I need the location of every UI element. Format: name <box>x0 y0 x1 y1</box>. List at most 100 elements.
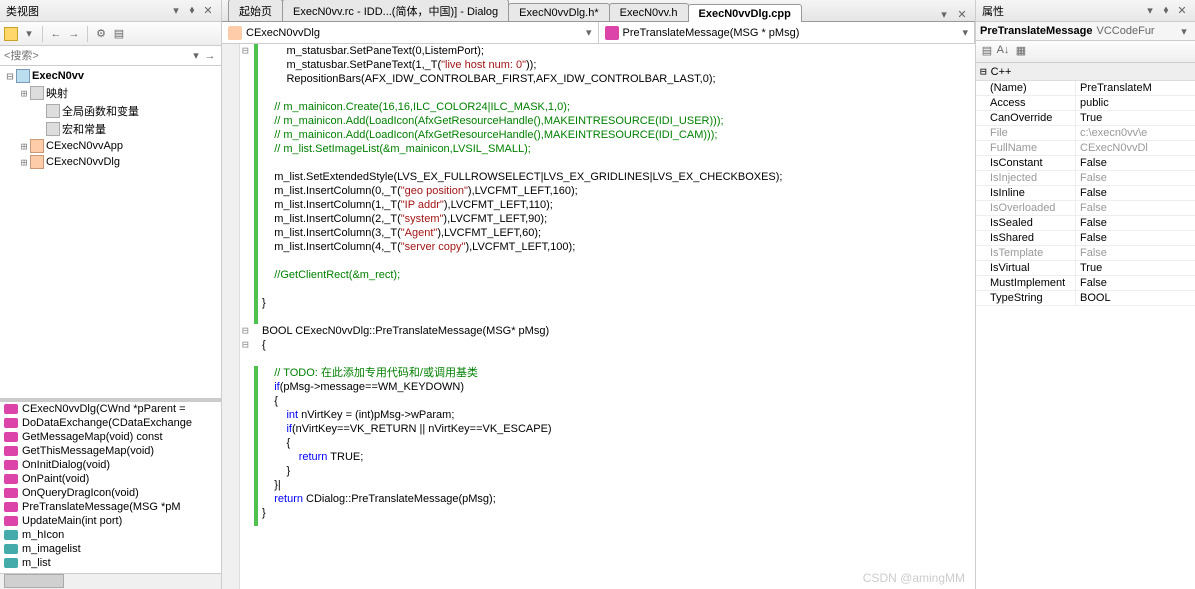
tab-close-icon[interactable]: ✕ <box>955 7 969 21</box>
close-icon[interactable]: ✕ <box>201 4 215 18</box>
new-folder-icon[interactable] <box>4 27 18 41</box>
member-item[interactable]: UpdateMain(int port) <box>0 514 221 528</box>
dropdown-icon[interactable]: ▾ <box>169 4 183 18</box>
property-value[interactable]: False <box>1076 231 1195 245</box>
search-dropdown-icon[interactable]: ▾ <box>189 49 203 63</box>
property-value[interactable]: PreTranslateM <box>1076 81 1195 95</box>
member-item[interactable]: OnQueryDragIcon(void) <box>0 486 221 500</box>
document-tab[interactable]: ExecN0vv.rc - IDD...(简体，中国)] - Dialog <box>282 0 509 21</box>
property-row[interactable]: FullNameCExecN0vvDl <box>976 141 1195 156</box>
tree-item[interactable]: ⊞映射 <box>0 84 221 102</box>
horizontal-scrollbar[interactable] <box>0 573 221 589</box>
property-row[interactable]: IsTemplateFalse <box>976 246 1195 261</box>
property-row[interactable]: TypeStringBOOL <box>976 291 1195 306</box>
member-item[interactable]: GetThisMessageMap(void) <box>0 444 221 458</box>
property-row[interactable]: IsConstantFalse <box>976 156 1195 171</box>
class-tree[interactable]: ⊟ExecN0vv⊞映射 全局函数和变量 宏和常量⊞CExecN0vvApp⊞C… <box>0 66 221 398</box>
expand-icon[interactable]: ⊟ <box>4 70 16 83</box>
chevron-down-icon[interactable]: ▾ <box>22 27 36 41</box>
expand-icon[interactable] <box>34 123 46 136</box>
dropdown-icon[interactable]: ▾ <box>1143 4 1157 18</box>
property-row[interactable]: IsOverloadedFalse <box>976 201 1195 216</box>
expand-icon[interactable]: ⊞ <box>18 156 30 169</box>
change-marker <box>254 366 258 526</box>
fold-icon[interactable]: ⊟ <box>242 44 249 57</box>
forward-icon[interactable]: → <box>67 27 81 41</box>
fold-icon[interactable]: ⊟ <box>242 324 249 337</box>
property-value[interactable]: CExecN0vvDl <box>1076 141 1195 155</box>
expand-icon[interactable]: ⊞ <box>18 87 30 100</box>
tree-item[interactable]: 宏和常量 <box>0 120 221 138</box>
code-editor[interactable]: ⊟⊟⊟ m_statusbar.SetPaneText(0,ListemPort… <box>222 44 975 589</box>
search-go-icon[interactable]: → <box>203 49 217 63</box>
property-pages-icon[interactable]: ▦ <box>1014 43 1028 57</box>
scrollbar-thumb[interactable] <box>4 574 64 588</box>
property-category[interactable]: ⊟ C++ <box>976 63 1195 81</box>
alphabetical-icon[interactable]: A↓ <box>996 43 1010 57</box>
close-icon[interactable]: ✕ <box>1175 4 1189 18</box>
chevron-down-icon[interactable]: ▾ <box>962 26 968 39</box>
property-value[interactable]: BOOL <box>1076 291 1195 305</box>
property-row[interactable]: Filec:\execn0vv\e <box>976 126 1195 141</box>
member-item[interactable]: GetMessageMap(void) const <box>0 430 221 444</box>
fold-icon[interactable]: ⊟ <box>242 338 249 351</box>
member-item[interactable]: m_list <box>0 556 221 570</box>
view-icon[interactable]: ▤ <box>112 27 126 41</box>
collapse-icon[interactable]: ⊟ <box>980 65 987 78</box>
categorized-icon[interactable]: ▤ <box>980 43 994 57</box>
expand-icon[interactable]: ⊞ <box>18 140 30 153</box>
tree-item[interactable]: 全局函数和变量 <box>0 102 221 120</box>
property-value[interactable]: False <box>1076 171 1195 185</box>
member-item[interactable]: CExecN0vvDlg(CWnd *pParent = <box>0 402 221 416</box>
property-row[interactable]: (Name)PreTranslateM <box>976 81 1195 96</box>
member-item[interactable]: OnPaint(void) <box>0 472 221 486</box>
search-input[interactable] <box>4 50 189 62</box>
tree-item[interactable]: ⊞CExecN0vvApp <box>0 138 221 154</box>
property-object-header[interactable]: PreTranslateMessage VCCodeFur ▾ <box>976 22 1195 41</box>
pin-icon[interactable]: ⬧ <box>185 4 199 18</box>
document-tab[interactable]: ExecN0vvDlg.cpp <box>688 4 802 22</box>
expand-icon[interactable] <box>34 105 46 118</box>
member-item[interactable]: DoDataExchange(CDataExchange <box>0 416 221 430</box>
property-row[interactable]: CanOverrideTrue <box>976 111 1195 126</box>
property-value[interactable]: False <box>1076 186 1195 200</box>
chevron-down-icon[interactable]: ▾ <box>586 26 592 39</box>
property-row[interactable]: MustImplementFalse <box>976 276 1195 291</box>
pin-icon[interactable]: ⬧ <box>1159 4 1173 18</box>
document-tab[interactable]: ExecN0vvDlg.h* <box>508 3 609 21</box>
property-value[interactable]: False <box>1076 156 1195 170</box>
code-content[interactable]: m_statusbar.SetPaneText(0,ListemPort); m… <box>258 44 975 589</box>
chevron-down-icon[interactable]: ▾ <box>1177 24 1191 38</box>
back-icon[interactable]: ← <box>49 27 63 41</box>
member-item[interactable]: OnInitDialog(void) <box>0 458 221 472</box>
member-list[interactable]: CExecN0vvDlg(CWnd *pParent =DoDataExchan… <box>0 398 221 573</box>
property-value[interactable]: False <box>1076 216 1195 230</box>
property-row[interactable]: IsInlineFalse <box>976 186 1195 201</box>
member-combo[interactable]: PreTranslateMessage(MSG * pMsg) ▾ <box>599 22 976 43</box>
property-row[interactable]: IsSealedFalse <box>976 216 1195 231</box>
tree-item[interactable]: ⊟ExecN0vv <box>0 68 221 84</box>
property-value[interactable]: False <box>1076 276 1195 290</box>
property-row[interactable]: IsVirtualTrue <box>976 261 1195 276</box>
scope-combo[interactable]: CExecN0vvDlg ▾ <box>222 22 599 43</box>
tree-item[interactable]: ⊞CExecN0vvDlg <box>0 154 221 170</box>
member-item[interactable]: m_imagelist <box>0 542 221 556</box>
document-tab[interactable]: ExecN0vv.h <box>609 3 689 21</box>
outline-bar[interactable]: ⊟⊟⊟ <box>240 44 254 589</box>
property-grid[interactable]: ⊟ C++ (Name)PreTranslateMAccesspublicCan… <box>976 63 1195 589</box>
property-value[interactable]: False <box>1076 246 1195 260</box>
property-value[interactable]: public <box>1076 96 1195 110</box>
document-tab[interactable]: 起始页 <box>228 0 283 21</box>
settings-icon[interactable]: ⚙ <box>94 27 108 41</box>
member-item[interactable]: PreTranslateMessage(MSG *pM <box>0 500 221 514</box>
tab-dropdown-icon[interactable]: ▾ <box>937 7 951 21</box>
property-row[interactable]: IsSharedFalse <box>976 231 1195 246</box>
property-value[interactable]: True <box>1076 261 1195 275</box>
member-item[interactable]: m_hIcon <box>0 528 221 542</box>
property-value[interactable]: False <box>1076 201 1195 215</box>
property-row[interactable]: IsInjectedFalse <box>976 171 1195 186</box>
property-value[interactable]: True <box>1076 111 1195 125</box>
property-row[interactable]: Accesspublic <box>976 96 1195 111</box>
class-view-search[interactable]: ▾ → <box>0 46 221 66</box>
property-value[interactable]: c:\execn0vv\e <box>1076 126 1195 140</box>
